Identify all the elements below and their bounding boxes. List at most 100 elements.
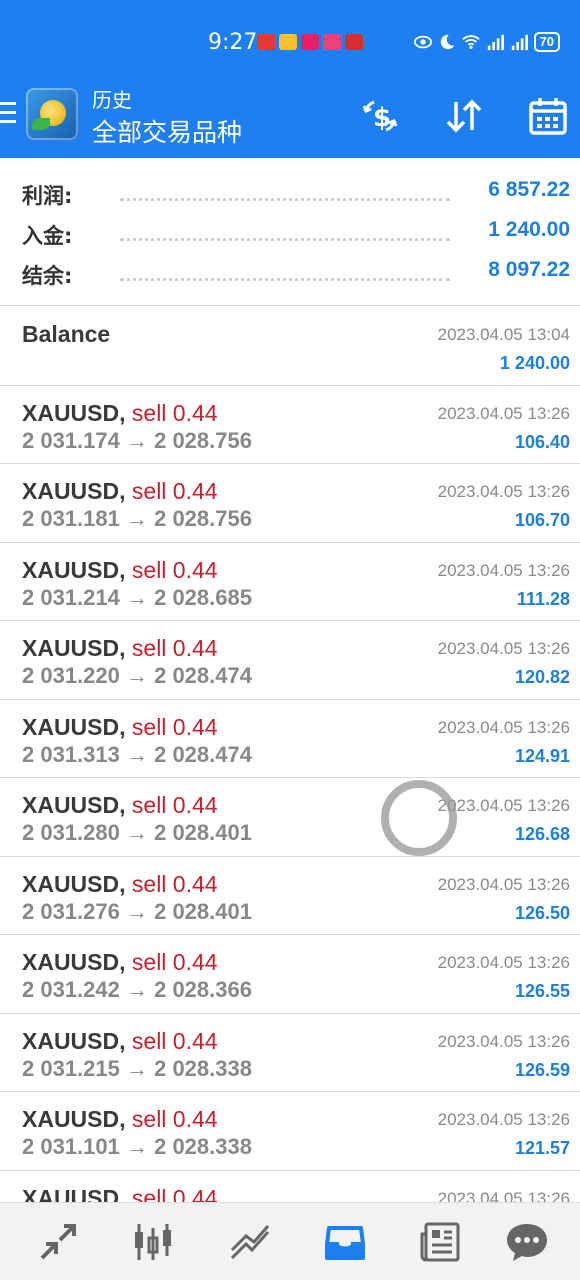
trade-side: sell 0.44 <box>131 792 218 818</box>
notification-app-icon <box>279 34 297 50</box>
trade-profit: 121.57 <box>514 1138 570 1158</box>
trade-symbol: XAUUSD, <box>22 949 126 975</box>
trade-row[interactable]: XAUUSD, sell 0.44 2 031.215 → 2 028.338 … <box>0 1014 580 1092</box>
history-list[interactable]: Balance 2023.04.05 13:04 1 240.00 XAUUSD… <box>0 307 580 1202</box>
calendar-icon <box>529 98 567 135</box>
trade-date: 2023.04.05 13:26 <box>437 1188 570 1203</box>
trade-profit: 106.40 <box>514 431 570 452</box>
battery-indicator: 70 <box>533 32 560 52</box>
trade-date: 2023.04.05 13:26 <box>437 639 570 658</box>
trade-symbol: XAUUSD, <box>22 478 126 504</box>
bottom-navigation <box>0 1202 580 1280</box>
dotted-leader <box>120 238 450 241</box>
sort-arrows-icon <box>446 99 482 133</box>
news-icon <box>420 1222 460 1262</box>
symbol-filter[interactable]: 全部交易品种 <box>92 113 242 149</box>
trade-symbol: XAUUSD, <box>22 713 126 740</box>
notification-app-icon <box>345 34 363 50</box>
trade-row[interactable]: XAUUSD, sell 0.44 2 031.214 → 2 028.685 … <box>0 543 580 621</box>
trade-date: 2023.04.05 13:26 <box>437 1031 570 1051</box>
trade-row[interactable]: XAUUSD, sell 0.44 2 031.242 → 2 028.366 … <box>0 935 580 1014</box>
candlestick-chart-icon <box>135 1224 171 1260</box>
calendar-button[interactable] <box>526 94 570 138</box>
trade-symbol: XAUUSD, <box>22 635 126 661</box>
trade-prices: 2 031.101 → 2 028.338 <box>22 1134 252 1159</box>
status-bar: 9:27 70 <box>0 0 580 80</box>
trade-side: sell 0.44 <box>131 870 218 897</box>
wifi-icon <box>461 35 480 50</box>
trade-row[interactable]: XAUUSD, sell 0.44 2 031.276 → 2 028.401 … <box>0 857 580 935</box>
status-right: 70 <box>413 32 560 52</box>
page-title: 历史 <box>92 90 132 112</box>
balance-row[interactable]: Balance 2023.04.05 13:04 1 240.00 <box>0 307 580 386</box>
summary-label: 结余: <box>22 264 73 288</box>
trade-date: 2023.04.05 13:26 <box>437 796 570 815</box>
notification-app-icon <box>323 34 341 50</box>
trade-profit: 126.55 <box>514 981 570 1001</box>
trade-side: sell 0.44 <box>131 478 218 504</box>
nav-news[interactable] <box>417 1219 463 1265</box>
trade-row[interactable]: XAUUSD, sell 0.44 2 031.181 → 2 028.756 … <box>0 464 580 543</box>
trade-symbol: XAUUSD, <box>22 1027 126 1054</box>
trade-profit: 126.59 <box>514 1059 570 1080</box>
nav-history[interactable] <box>322 1219 368 1265</box>
trade-prices: 2 031.214 → 2 028.685 <box>22 584 252 610</box>
trade-date: 2023.04.05 13:26 <box>437 482 570 501</box>
trade-prices: 2 031.313 → 2 028.474 <box>22 741 252 767</box>
trade-side: sell 0.44 <box>131 949 218 975</box>
trade-row[interactable]: XAUUSD, sell 0.44 2 031.101 → 2 028.338 … <box>0 1092 580 1171</box>
sort-button[interactable] <box>442 94 486 138</box>
summary-value: 6 857.22 <box>488 178 570 201</box>
trade-side: sell 0.44 <box>131 635 218 661</box>
dotted-leader <box>120 278 450 281</box>
summary-label: 利润: <box>22 184 73 208</box>
trade-symbol: XAUUSD, <box>22 1184 126 1203</box>
app-header: 历史 全部交易品种 $ <box>0 80 580 158</box>
trade-row[interactable]: XAUUSD, sell 0.44 2 031.220 → 2 028.474 … <box>0 621 580 700</box>
trade-profit: 120.82 <box>514 667 570 687</box>
trade-date: 2023.04.05 13:26 <box>437 874 570 894</box>
nav-analytics[interactable] <box>227 1219 273 1265</box>
trade-side: sell 0.44 <box>131 399 218 426</box>
summary-row-profit: 利润: 6 857.22 <box>0 174 580 214</box>
trade-symbol: XAUUSD, <box>22 1106 126 1132</box>
trade-side: sell 0.44 <box>131 1184 218 1203</box>
currency-exchange-button[interactable]: $ <box>358 94 402 138</box>
eye-icon <box>413 35 432 49</box>
signal-icon <box>511 34 528 51</box>
nav-chat[interactable] <box>504 1219 550 1265</box>
history-inbox-icon <box>325 1226 365 1260</box>
trade-profit: 126.68 <box>514 824 570 844</box>
signal-icon <box>487 34 504 51</box>
trade-row[interactable]: XAUUSD, sell 0.44 2023.04.05 13:26 <box>0 1171 580 1203</box>
trade-prices: 2 031.276 → 2 028.401 <box>22 898 252 924</box>
summary-value: 8 097.22 <box>488 258 570 281</box>
trade-profit: 111.28 <box>516 588 570 609</box>
chat-icon <box>507 1224 547 1261</box>
summary-row-balance: 结余: 8 097.22 <box>0 254 580 294</box>
trade-prices: 2 031.215 → 2 028.338 <box>22 1055 252 1081</box>
moon-icon <box>440 34 454 50</box>
trade-side: sell 0.44 <box>131 556 218 583</box>
trade-symbol: XAUUSD, <box>22 870 126 897</box>
record-date: 2023.04.05 13:04 <box>437 325 570 344</box>
trade-row[interactable]: XAUUSD, sell 0.44 2 031.174 → 2 028.756 … <box>0 386 580 464</box>
trade-row[interactable]: XAUUSD, sell 0.44 2 031.280 → 2 028.401 … <box>0 778 580 857</box>
trade-symbol: XAUUSD, <box>22 399 126 426</box>
summary-value: 1 240.00 <box>488 218 570 241</box>
nav-charts[interactable] <box>130 1219 176 1265</box>
trade-side: sell 0.44 <box>131 1106 218 1132</box>
balance-title: Balance <box>22 321 111 347</box>
trendline-icon <box>230 1225 270 1260</box>
trade-row[interactable]: XAUUSD, sell 0.44 2 031.313 → 2 028.474 … <box>0 700 580 778</box>
trade-symbol: XAUUSD, <box>22 792 126 818</box>
trade-side: sell 0.44 <box>131 713 218 740</box>
nav-trade[interactable] <box>35 1219 81 1265</box>
trade-profit: 124.91 <box>514 745 570 766</box>
trade-prices: 2 031.280 → 2 028.401 <box>22 820 252 845</box>
summary-row-deposit: 入金: 1 240.00 <box>0 214 580 254</box>
status-time: 9:27 <box>208 30 258 55</box>
status-app-icons <box>257 34 363 50</box>
trade-prices: 2 031.174 → 2 028.756 <box>22 427 252 453</box>
menu-icon[interactable] <box>0 102 16 126</box>
